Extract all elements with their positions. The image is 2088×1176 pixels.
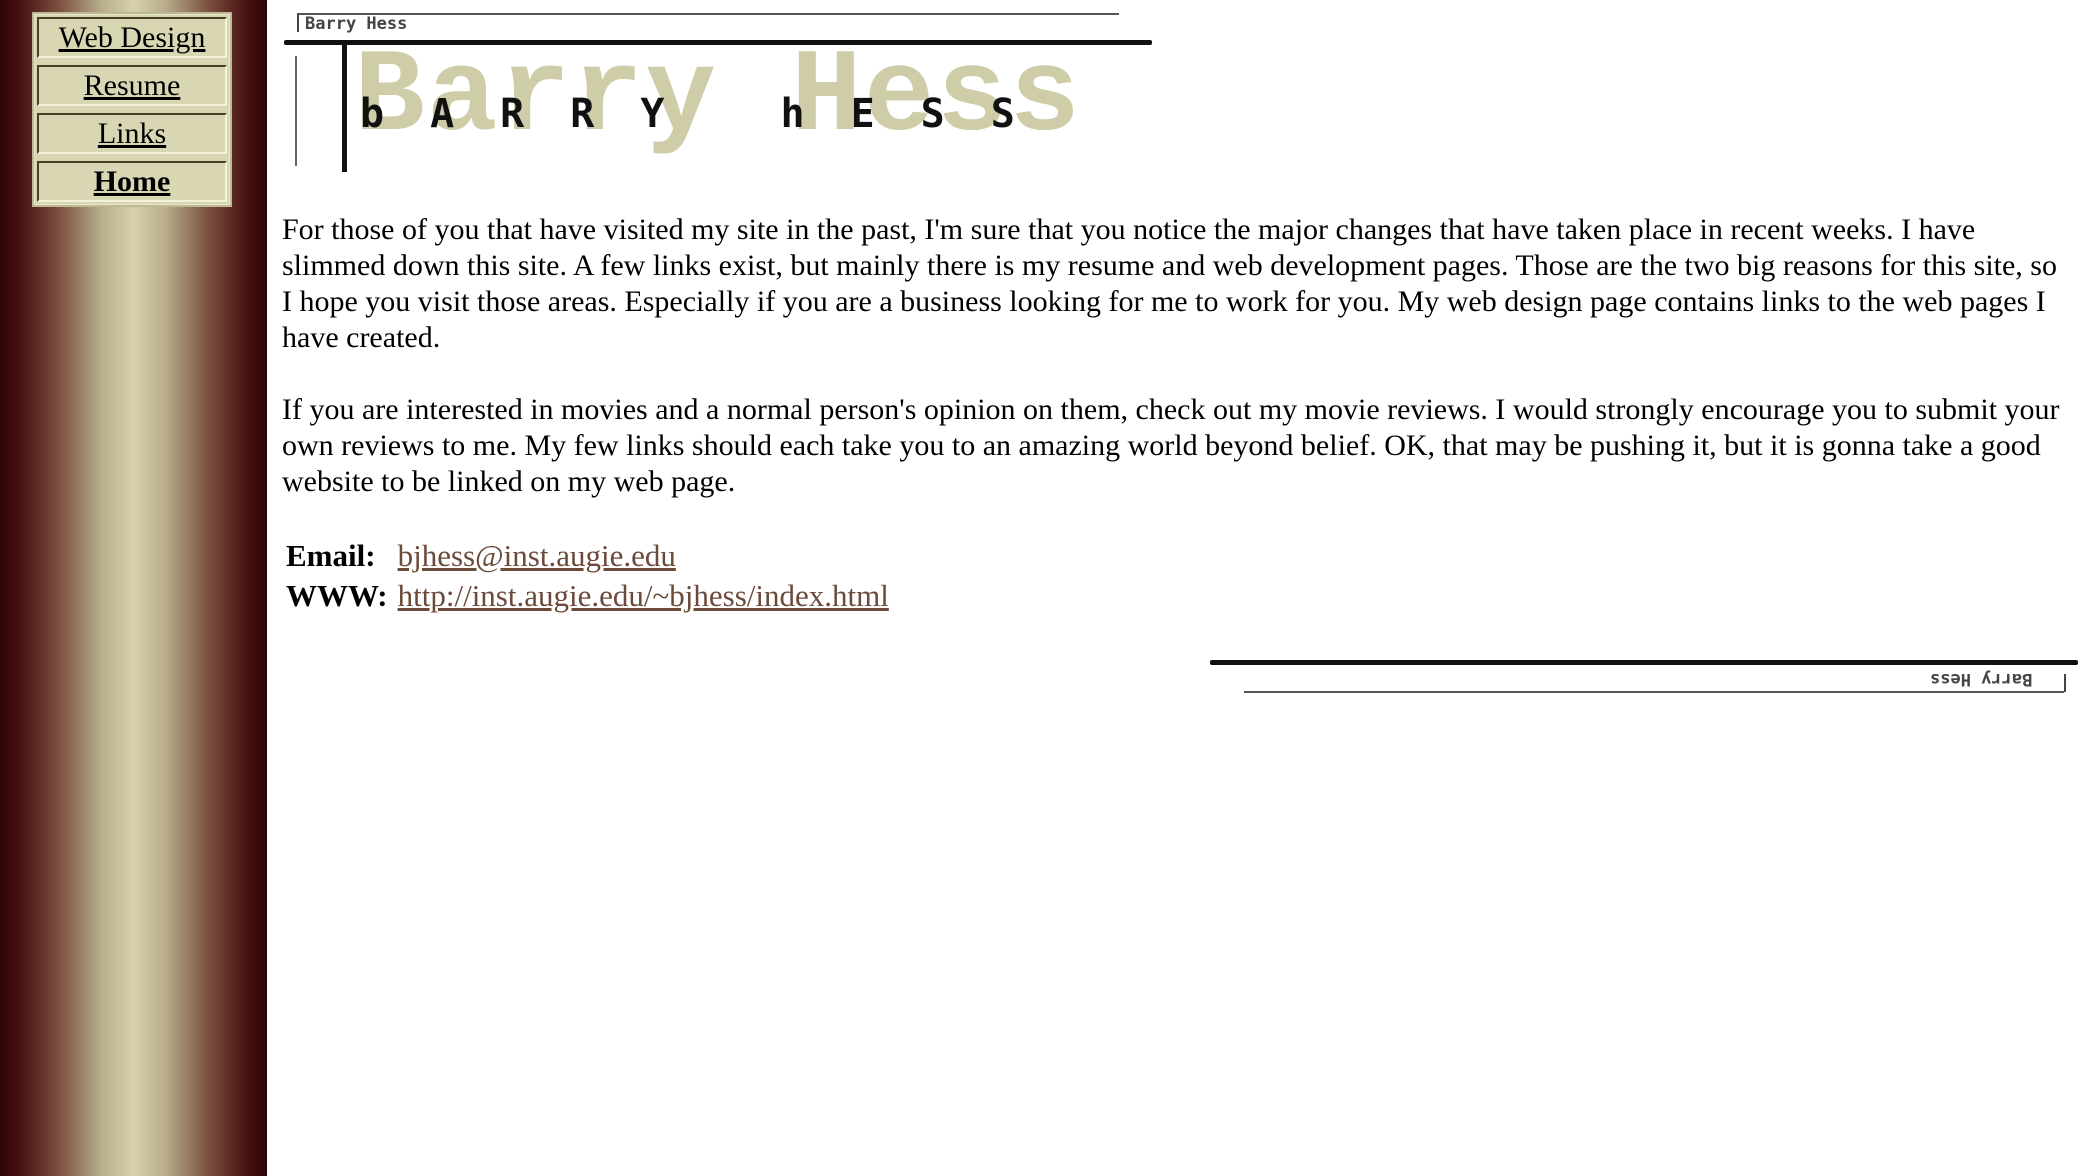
banner-left-thick-rule	[342, 44, 347, 172]
email-cell: bjhess@inst.augie.edu	[398, 536, 889, 576]
banner-small-tick	[297, 14, 299, 32]
banner-spaced-title: bARRY hESS	[360, 91, 1061, 137]
banner-top-thin-rule	[297, 13, 1119, 15]
www-label: WWW:	[286, 578, 388, 613]
sidebar: Web Design Resume Links Home	[0, 0, 267, 1176]
intro-paragraph: For those of you that have visited my si…	[282, 213, 2057, 354]
contact-row-email: Email: bjhess@inst.augie.edu	[286, 536, 889, 576]
nav-item-links[interactable]: Links	[37, 113, 227, 154]
banner-small-name: Barry Hess	[305, 14, 408, 34]
nav-item-home[interactable]: Home	[37, 161, 227, 202]
contact-row-www: WWW: http://inst.augie.edu/~bjhess/index…	[286, 576, 889, 616]
footer-thick-rule	[1210, 660, 2078, 665]
nav-item-resume[interactable]: Resume	[37, 65, 227, 106]
page: Web Design Resume Links Home Barry Hess …	[0, 0, 2088, 1176]
footer-tick	[2064, 674, 2066, 692]
banner-left-thin-rule	[295, 56, 297, 166]
header-banner-logo: Barry Hess Barry Hess bARRY hESS	[282, 10, 1154, 174]
movies-paragraph: If you are interested in movies and a no…	[282, 393, 2060, 498]
footer-flipped-name: Barry Hess	[1930, 669, 2033, 689]
www-cell: http://inst.augie.edu/~bjhess/index.html	[398, 576, 889, 616]
email-label: Email:	[286, 538, 376, 573]
main-content: For those of you that have visited my si…	[282, 212, 2062, 616]
footer-banner: Barry Hess	[1208, 656, 2080, 696]
footer-thin-rule	[1244, 691, 2064, 693]
email-link[interactable]: bjhess@inst.augie.edu	[398, 538, 676, 573]
nav-menu: Web Design Resume Links Home	[32, 12, 232, 207]
contact-table: Email: bjhess@inst.augie.edu WWW: http:/…	[282, 536, 893, 616]
nav-item-web-design[interactable]: Web Design	[37, 17, 227, 58]
www-link[interactable]: http://inst.augie.edu/~bjhess/index.html	[398, 578, 889, 613]
